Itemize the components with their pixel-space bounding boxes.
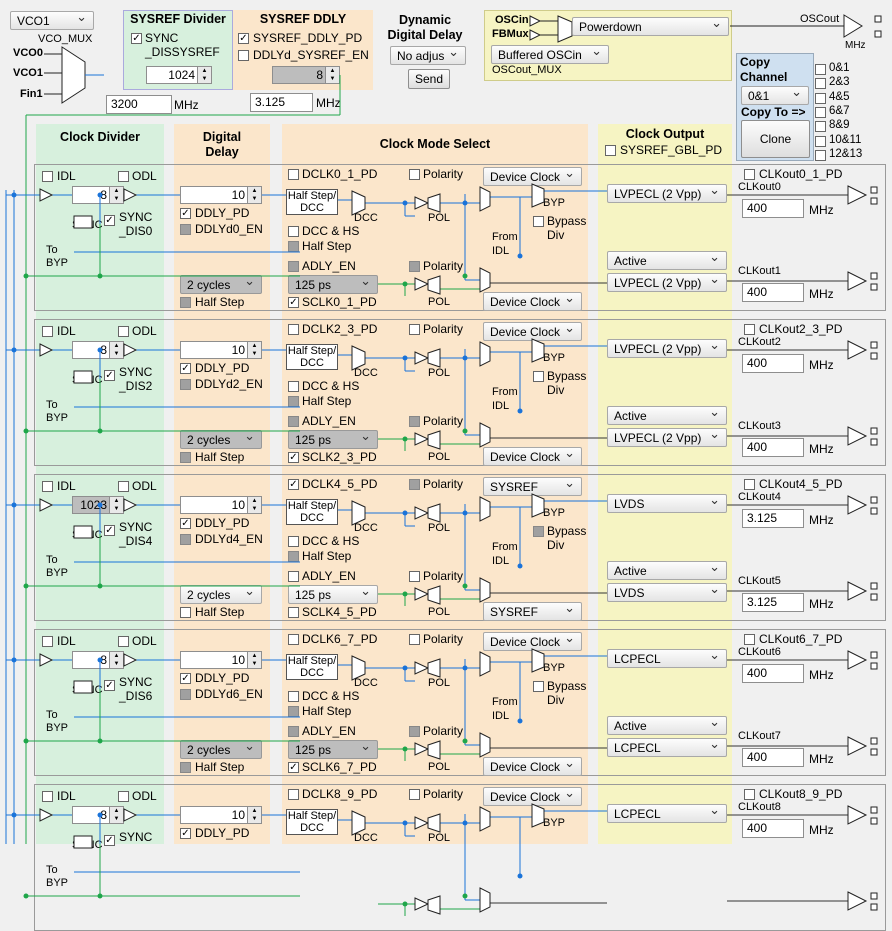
channel-schematic — [6, 183, 878, 296]
channel-schematic — [6, 648, 878, 761]
channel-schematic — [6, 338, 878, 451]
channel-schematic — [6, 493, 878, 606]
channel-schematic — [6, 803, 878, 916]
